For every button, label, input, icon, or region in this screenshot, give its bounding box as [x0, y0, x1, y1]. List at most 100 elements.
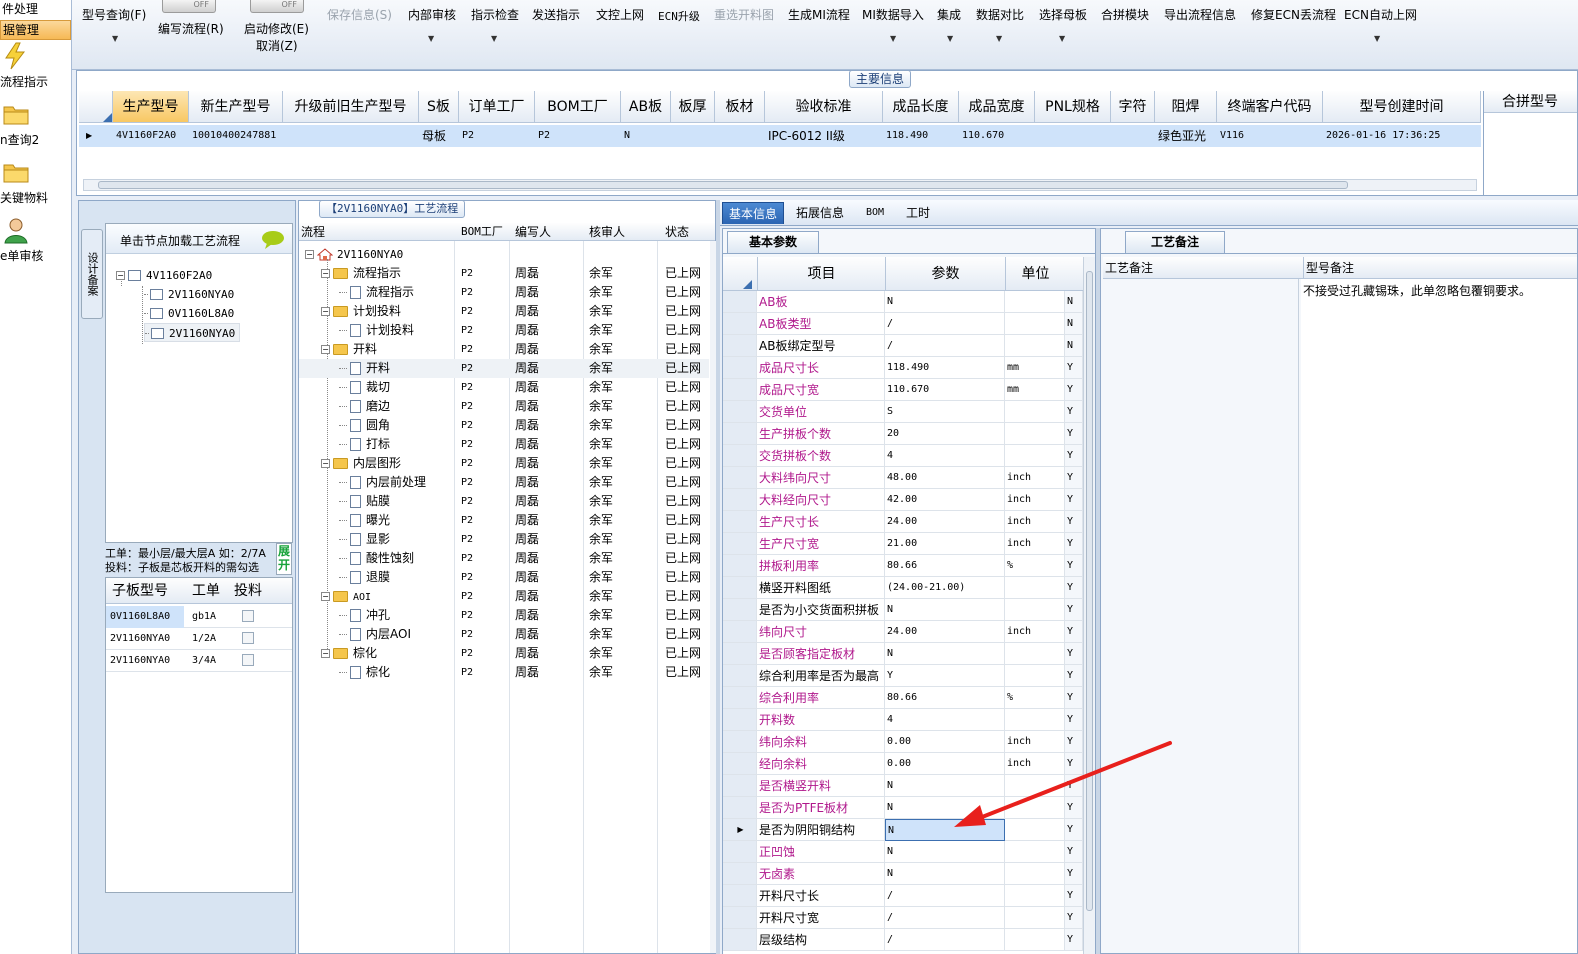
select-mother-board-button[interactable]: 选择母板 ▼: [1039, 6, 1087, 43]
param-row[interactable]: 生产尺寸长 24.00 inch Y: [723, 511, 1083, 533]
param-value[interactable]: /: [885, 929, 1005, 951]
export-flow-info-button[interactable]: 导出流程信息: [1164, 6, 1236, 23]
feed-checkbox[interactable]: [242, 632, 254, 644]
table-row[interactable]: 2V1160NYA0 3/4A: [106, 650, 292, 672]
col-header[interactable]: 型号创建时间: [1323, 91, 1481, 123]
param-value[interactable]: N: [885, 863, 1005, 885]
flow-step-row[interactable]: 裁切 P2 周磊 余军 已上网: [299, 378, 709, 397]
nav-item-key-materials[interactable]: 关键物料: [0, 156, 71, 214]
param-row[interactable]: 无卤素 N Y: [723, 863, 1083, 885]
nav-item-flow-instruction[interactable]: 流程指示: [0, 40, 71, 98]
param-row[interactable]: AB板类型 / N: [723, 313, 1083, 335]
check-instruction-button[interactable]: 指示检查 ▼: [471, 6, 519, 43]
col-header[interactable]: 型号备注: [1303, 257, 1354, 279]
flow-step-row[interactable]: 流程指示 P2 周磊 余军 已上网: [299, 283, 709, 302]
col-header[interactable]: BOM工厂: [461, 223, 503, 241]
internal-review-button[interactable]: 内部审核 ▼: [408, 6, 456, 43]
edit-flow-button[interactable]: 编写流程(R): [158, 20, 224, 37]
nav-item-processing[interactable]: 件处理: [0, 0, 71, 20]
flow-step-row[interactable]: 内层前处理 P2 周磊 余军 已上网: [299, 473, 709, 492]
param-value[interactable]: 110.670: [885, 379, 1005, 401]
param-row[interactable]: 层级结构 / Y: [723, 929, 1083, 951]
flow-step-row[interactable]: − 棕化 P2 周磊 余军 已上网: [299, 644, 709, 663]
expand-button[interactable]: 展开: [276, 543, 292, 575]
param-row[interactable]: 综合利用率 80.66% Y: [723, 687, 1083, 709]
table-row[interactable]: 0V1160L8A0 gb1A: [106, 606, 292, 628]
param-value[interactable]: 80.66: [885, 555, 1005, 577]
param-row[interactable]: 成品尺寸长 118.490 mm Y: [723, 357, 1083, 379]
param-row[interactable]: 是否为小交货面积拼板 N Y: [723, 599, 1083, 621]
col-header[interactable]: BOM工厂: [535, 91, 621, 123]
nav-item-data-management[interactable]: 据管理: [0, 20, 71, 40]
flow-step-row[interactable]: 打标 P2 周磊 余军 已上网: [299, 435, 709, 454]
tab-basic-params[interactable]: 基本参数: [727, 231, 819, 253]
param-row[interactable]: 横竖开料图纸 (24.00-21.00) Y: [723, 577, 1083, 599]
flow-step-row[interactable]: 退膜 P2 周磊 余军 已上网: [299, 568, 709, 587]
table-row[interactable]: ▶ 4V1160F2A0 10010400247881 母板 P2 P2 N I…: [79, 125, 1481, 147]
tree-node-root[interactable]: −4V1160F2A0: [116, 266, 212, 285]
flow-step-row[interactable]: 冲孔 P2 周磊 余军 已上网: [299, 606, 709, 625]
fix-ecn-flow-button[interactable]: 修复ECN丢流程: [1251, 6, 1336, 23]
col-header[interactable]: 工单: [192, 578, 220, 604]
flow-step-row[interactable]: 曝光 P2 周磊 余军 已上网: [299, 511, 709, 530]
splitter[interactable]: [716, 200, 720, 954]
collapse-icon[interactable]: −: [321, 592, 330, 601]
flow-step-row[interactable]: 磨边 P2 周磊 余军 已上网: [299, 397, 709, 416]
col-header[interactable]: 流程: [301, 223, 325, 241]
reselect-cutting-chart-button[interactable]: 重选开料图: [714, 6, 774, 23]
col-header[interactable]: 板厚: [671, 91, 715, 123]
integration-button[interactable]: 集成 ▼: [937, 6, 961, 43]
col-header[interactable]: 字符: [1111, 91, 1155, 123]
params-scrollbar[interactable]: [1083, 257, 1095, 954]
param-row[interactable]: 大料纬向尺寸 48.00 inch Y: [723, 467, 1083, 489]
param-row[interactable]: 生产拼板个数 20 Y: [723, 423, 1083, 445]
param-value[interactable]: N: [885, 643, 1005, 665]
col-header[interactable]: 单位: [1005, 257, 1065, 291]
flow-root-node[interactable]: −2V1160NYA0: [305, 245, 403, 264]
doc-control-online-button[interactable]: 文控上网: [596, 6, 644, 23]
process-note-field[interactable]: [1103, 279, 1299, 953]
flow-step-row[interactable]: − 计划投料 P2 周磊 余军 已上网: [299, 302, 709, 321]
nav-item-order-review[interactable]: e单审核: [0, 214, 71, 272]
param-value[interactable]: /: [885, 907, 1005, 929]
param-row[interactable]: 交货单位 S Y: [723, 401, 1083, 423]
h-scrollbar[interactable]: [83, 179, 1477, 191]
param-value[interactable]: /: [885, 335, 1005, 357]
model-note-field[interactable]: 不接受过孔藏锡珠，此单忽略包覆铜要求。: [1301, 279, 1577, 953]
param-row[interactable]: 开料数 4 Y: [723, 709, 1083, 731]
param-value[interactable]: Y: [885, 665, 1005, 687]
param-value[interactable]: 4: [885, 709, 1005, 731]
param-row[interactable]: 综合利用率是否为最高 Y Y: [723, 665, 1083, 687]
param-row[interactable]: 拼板利用率 80.66% Y: [723, 555, 1083, 577]
param-row[interactable]: 生产尺寸宽 21.00 inch Y: [723, 533, 1083, 555]
param-value[interactable]: 24.00: [885, 511, 1005, 533]
col-header[interactable]: 子板型号: [112, 578, 168, 604]
table-row[interactable]: 2V1160NYA0 1/2A: [106, 628, 292, 650]
param-value[interactable]: 118.490: [885, 357, 1005, 379]
flow-step-row[interactable]: 开料 P2 周磊 余军 已上网: [299, 359, 709, 378]
col-header[interactable]: 成品宽度: [959, 91, 1035, 123]
param-value[interactable]: 4: [885, 445, 1005, 467]
param-value[interactable]: /: [885, 885, 1005, 907]
param-value[interactable]: N: [885, 841, 1005, 863]
col-header[interactable]: 验收标准: [765, 91, 883, 123]
param-value[interactable]: N: [885, 599, 1005, 621]
param-value[interactable]: 20: [885, 423, 1005, 445]
param-row[interactable]: 交货拼板个数 4 Y: [723, 445, 1083, 467]
save-info-button[interactable]: 保存信息(S): [327, 6, 392, 23]
col-header[interactable]: 板材: [715, 91, 765, 123]
tree-node[interactable]: 0V1160L8A0: [144, 304, 234, 323]
param-row[interactable]: 正凹蚀 N Y: [723, 841, 1083, 863]
param-row[interactable]: 成品尺寸宽 110.670 mm Y: [723, 379, 1083, 401]
collapse-icon[interactable]: −: [321, 649, 330, 658]
feed-checkbox[interactable]: [242, 654, 254, 666]
param-row[interactable]: AB板绑定型号 / N: [723, 335, 1083, 357]
data-compare-button[interactable]: 数据对比 ▼: [976, 6, 1024, 43]
col-header[interactable]: 工艺备注: [1105, 257, 1153, 279]
flow-step-row[interactable]: 酸性蚀刻 P2 周磊 余军 已上网: [299, 549, 709, 568]
col-header[interactable]: 投料: [234, 578, 262, 604]
param-row[interactable]: 是否顾客指定板材 N Y: [723, 643, 1083, 665]
param-value[interactable]: 21.00: [885, 533, 1005, 555]
flow-step-row[interactable]: 贴膜 P2 周磊 余军 已上网: [299, 492, 709, 511]
flow-step-row[interactable]: 计划投料 P2 周磊 余军 已上网: [299, 321, 709, 340]
